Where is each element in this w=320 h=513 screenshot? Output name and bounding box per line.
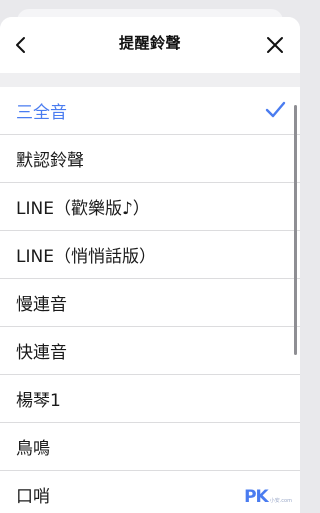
- list-item-ringtone[interactable]: 慢連音: [0, 279, 300, 327]
- watermark-logo: PK 小安.com: [244, 487, 292, 507]
- list-item-label: 慢連音: [16, 295, 67, 315]
- list-item-label: 口哨: [16, 487, 50, 507]
- list-item-label: 快連音: [16, 343, 67, 363]
- list-item-ringtone[interactable]: 鳥鳴: [0, 423, 300, 471]
- checkmark-icon: [265, 101, 286, 118]
- list-item-label: 楊琴1: [16, 391, 61, 411]
- sheet-header: 提醒鈴聲: [0, 17, 300, 73]
- scrollbar[interactable]: [294, 105, 297, 355]
- list-item-label: 鳥鳴: [16, 439, 50, 459]
- list-item-ringtone[interactable]: 快連音: [0, 327, 300, 375]
- list-item-ringtone[interactable]: LINE（悄悄話版）: [0, 231, 300, 279]
- list-item-label: 默認鈴聲: [16, 151, 84, 171]
- close-button[interactable]: [260, 30, 290, 60]
- list-item-label: 三全音: [16, 103, 67, 123]
- section-separator: [0, 73, 300, 87]
- ringtone-sheet: 提醒鈴聲 三全音 默認鈴聲 LINE（歡樂版♪） LINE（悄悄話版） 慢連音 …: [0, 17, 300, 513]
- list-item-ringtone[interactable]: 三全音: [0, 87, 300, 135]
- list-item-label: LINE（悄悄話版）: [16, 247, 156, 267]
- ringtone-list: 三全音 默認鈴聲 LINE（歡樂版♪） LINE（悄悄話版） 慢連音 快連音 楊…: [0, 87, 300, 513]
- list-item-ringtone[interactable]: 默認鈴聲: [0, 135, 300, 183]
- page-title: 提醒鈴聲: [118, 34, 181, 52]
- list-item-ringtone[interactable]: LINE（歡樂版♪）: [0, 183, 300, 231]
- watermark-text: PK: [244, 487, 269, 507]
- app-screen: 提醒鈴聲 三全音 默認鈴聲 LINE（歡樂版♪） LINE（悄悄話版） 慢連音 …: [0, 0, 300, 513]
- watermark-subtext: 小安.com: [269, 498, 292, 504]
- list-item-label: LINE（歡樂版♪）: [16, 199, 150, 219]
- list-item-ringtone[interactable]: 楊琴1: [0, 375, 300, 423]
- close-icon: [267, 37, 283, 53]
